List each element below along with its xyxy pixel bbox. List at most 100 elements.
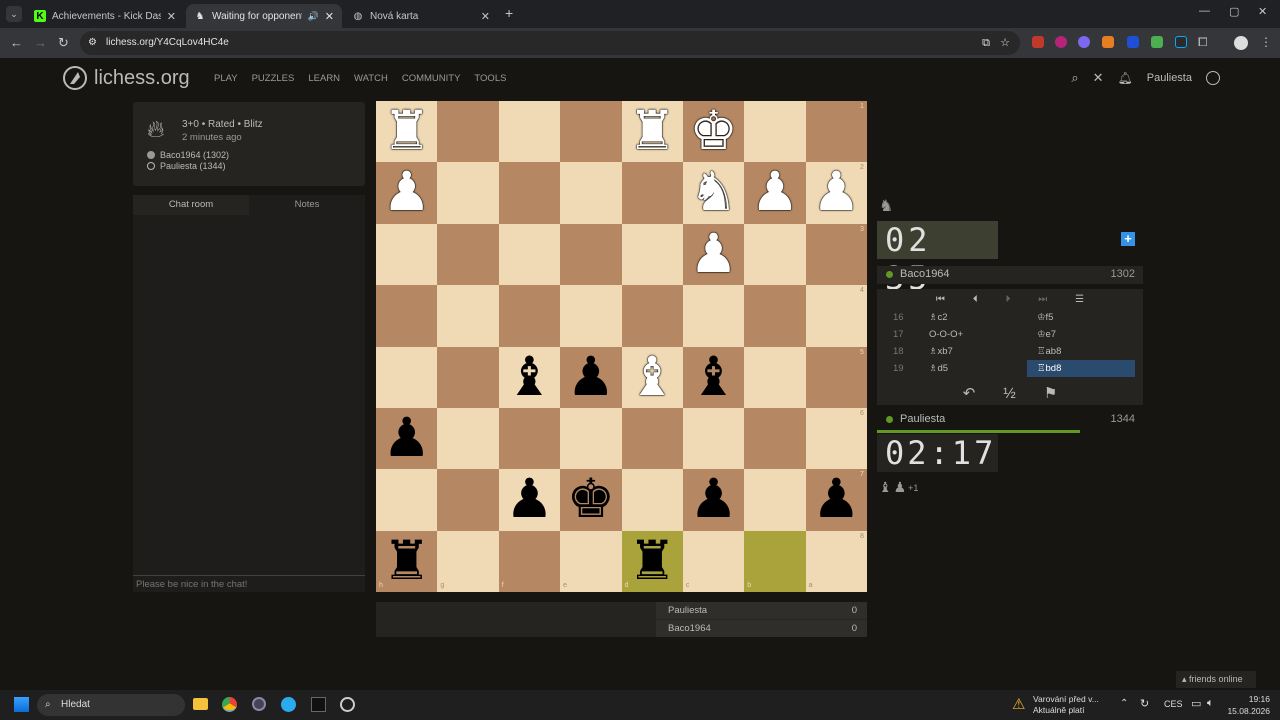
board-square[interactable] [437, 223, 499, 286]
speaker-icon[interactable]: 🔊 [308, 11, 319, 22]
tab-notes[interactable]: Notes [249, 195, 365, 215]
board-square[interactable] [805, 285, 868, 347]
board-square[interactable] [682, 407, 745, 470]
bell-icon[interactable]: 🔔︎ [1118, 71, 1133, 85]
board-square[interactable] [744, 101, 806, 163]
tab-lichess[interactable]: ♞ Waiting for opponent - Play 🔊 ✕ [186, 4, 342, 28]
taskbar-search[interactable]: ⌕ Hledat [37, 694, 185, 716]
extension-icon[interactable] [1078, 36, 1090, 48]
chess-piece[interactable]: ♜ [376, 531, 437, 592]
board-square[interactable] [376, 469, 438, 531]
move-black[interactable]: ♖ab8 [1027, 343, 1135, 360]
profile-avatar[interactable] [1234, 36, 1248, 50]
tab-chat-room[interactable]: Chat room [133, 195, 249, 215]
board-square[interactable] [560, 285, 622, 347]
close-icon[interactable]: ✕ [481, 10, 490, 23]
new-tab-button[interactable]: + [505, 5, 513, 21]
windows-start-icon[interactable] [14, 697, 29, 712]
extension-icon[interactable] [1151, 36, 1163, 48]
board-square[interactable] [376, 346, 438, 408]
move-white[interactable]: ♗d5 [919, 360, 1027, 377]
extension-icon[interactable] [1102, 36, 1114, 48]
board-square[interactable] [376, 223, 438, 286]
board-square[interactable] [682, 285, 745, 347]
board-square[interactable] [744, 469, 806, 531]
weather-notice[interactable]: Varování před v... Aktuálně platí [1033, 694, 1099, 716]
board-square[interactable] [498, 223, 561, 286]
board-square[interactable] [498, 285, 561, 347]
opponent-player[interactable]: Baco1964 1302 [877, 266, 1143, 284]
username[interactable]: Pauliesta [1147, 72, 1192, 84]
chess-piece[interactable]: ♚ [560, 469, 621, 530]
board-square[interactable] [437, 346, 499, 408]
close-icon[interactable]: ✕ [167, 10, 176, 23]
chess-piece[interactable]: ♝ [622, 347, 683, 408]
tab-menu-button[interactable]: ⌄ [6, 6, 22, 22]
site-info-icon[interactable]: ⚙ [88, 31, 97, 55]
back-icon[interactable]: ← [10, 35, 23, 50]
resign-flag-icon[interactable]: ⚑ [1044, 384, 1057, 402]
chess-piece[interactable]: ♟ [499, 469, 560, 530]
board-square[interactable] [805, 346, 868, 408]
install-icon[interactable]: ⧉ [982, 31, 990, 55]
url-input[interactable]: ⚙ lichess.org/Y4CqLov4HC4e ⧉ ☆ [80, 31, 1020, 55]
nav-play[interactable]: PLAY [214, 73, 238, 84]
chess-piece[interactable]: ♟ [683, 469, 744, 530]
reload-icon[interactable]: ↻ [58, 35, 69, 51]
board-square[interactable] [805, 101, 868, 163]
move-black[interactable]: ♔f5 [1027, 309, 1135, 326]
move-white[interactable]: O-O-O+ [919, 326, 1027, 343]
board-square[interactable] [376, 285, 438, 347]
adblock-icon[interactable] [1032, 36, 1044, 48]
extension-icon[interactable] [1055, 36, 1067, 48]
board-square[interactable] [744, 407, 806, 470]
board-square[interactable] [498, 530, 561, 593]
volume-icon[interactable]: 🔈︎ [1207, 697, 1214, 710]
close-icon[interactable]: ✕ [325, 10, 334, 23]
chess-piece[interactable]: ♟ [376, 162, 437, 223]
app-icon[interactable] [311, 697, 326, 712]
puzzle-icon[interactable]: ⧠ [1198, 35, 1208, 50]
app-icon[interactable] [252, 697, 266, 711]
chess-piece[interactable]: ♟ [683, 224, 744, 285]
nav-tools[interactable]: TOOLS [474, 73, 506, 84]
forward-icon[interactable]: → [34, 35, 47, 50]
extension-icon[interactable] [1127, 36, 1139, 48]
close-icon[interactable]: ✕ [1093, 70, 1104, 86]
tray-chevron-icon[interactable]: ⌃ [1120, 698, 1128, 709]
extension-icon[interactable] [1175, 36, 1187, 48]
chess-piece[interactable]: ♜ [622, 101, 683, 162]
folder-icon[interactable] [193, 698, 208, 710]
my-player[interactable]: Pauliesta 1344 [877, 410, 1143, 430]
chess-piece[interactable]: ♟ [806, 162, 867, 223]
tab-kick[interactable]: K Achievements - Kick Dashboard ✕ [26, 4, 184, 28]
telegram-icon[interactable] [281, 697, 296, 712]
board-square[interactable] [498, 407, 561, 470]
chess-piece[interactable]: ♝ [683, 347, 744, 408]
board-square[interactable] [560, 530, 622, 593]
takeback-icon[interactable]: ↶ [963, 384, 976, 402]
board-square[interactable] [498, 101, 561, 163]
chess-piece[interactable]: ♟ [376, 408, 437, 469]
move-white[interactable]: ♗c2 [919, 309, 1027, 326]
nav-watch[interactable]: WATCH [354, 73, 388, 84]
menu-icon[interactable]: ☰ [1075, 294, 1084, 305]
board-square[interactable] [498, 162, 561, 224]
search-icon[interactable]: ⌕ [1071, 70, 1078, 86]
menu-icon[interactable]: ⋮ [1260, 35, 1272, 49]
board-square[interactable] [744, 346, 806, 408]
chess-piece[interactable]: ♜ [376, 101, 437, 162]
chess-piece[interactable]: ♚ [683, 101, 744, 162]
board-square[interactable] [621, 223, 683, 286]
first-move-icon[interactable]: ⏮ [936, 294, 945, 305]
last-move-icon[interactable]: ⏭ [1038, 294, 1047, 305]
board-square[interactable] [682, 530, 745, 593]
maximize-button[interactable]: ▢ [1229, 5, 1239, 18]
board-square[interactable] [744, 285, 806, 347]
sync-icon[interactable]: ↻ [1140, 697, 1149, 710]
lichess-logo[interactable]: lichess.org [62, 64, 190, 92]
board-square[interactable] [437, 469, 499, 531]
player-white[interactable]: Pauliesta (1344) [147, 161, 226, 171]
board-square[interactable] [437, 285, 499, 347]
chess-piece[interactable]: ♝ [499, 347, 560, 408]
